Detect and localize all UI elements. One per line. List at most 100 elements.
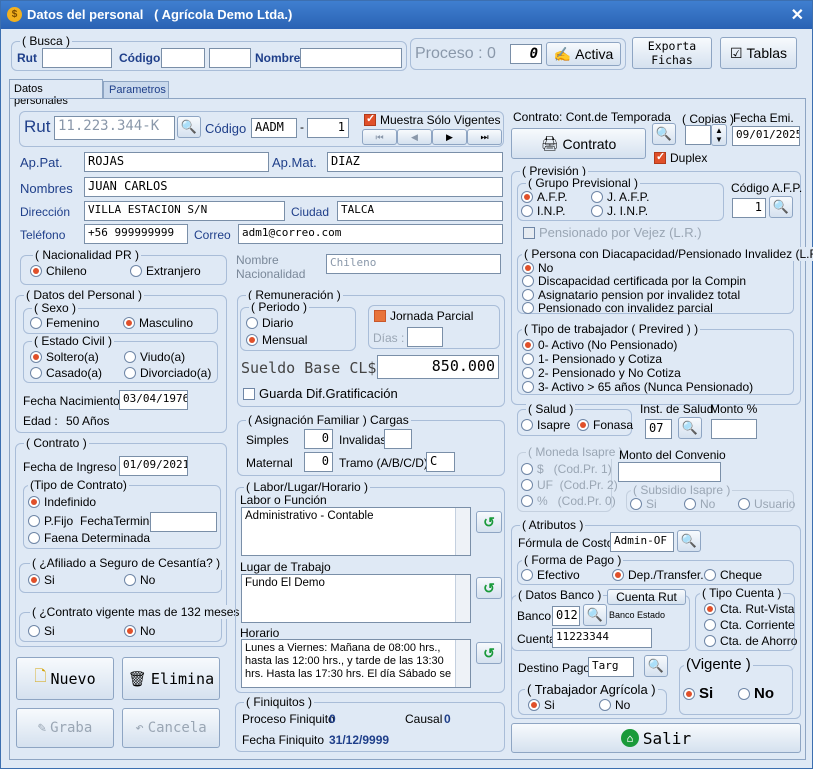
agricola-no-radio[interactable]: No <box>599 698 630 712</box>
apmat-input[interactable]: DIAZ <box>327 152 503 172</box>
first-record-icon[interactable]: ⏮ <box>362 129 397 145</box>
tipo-0-radio[interactable]: 0- Activo (No Pensionado) <box>522 338 677 352</box>
ciudad-input[interactable]: TALCA <box>337 201 503 221</box>
copias-input[interactable] <box>685 125 711 145</box>
fecha-emi-input[interactable]: 09/01/2025 <box>732 126 800 146</box>
tipo-1-radio[interactable]: 1- Pensionado y Cotiza <box>522 352 662 366</box>
fingreso-input[interactable]: 01/09/2021 <box>119 456 188 476</box>
vigente-si-radio[interactable]: Si <box>683 685 713 702</box>
destino-search-icon[interactable]: 🔍 <box>644 655 668 677</box>
tab-datos-personales[interactable]: Datos personales <box>9 79 103 107</box>
tipo-3-radio[interactable]: 3- Activo > 65 años (Nunca Pensionado) <box>522 380 753 394</box>
chileno-radio[interactable]: Chileno <box>30 264 87 278</box>
copias-spinner[interactable]: ▲ ▼ <box>711 124 727 146</box>
tab-parametros[interactable]: Parametros <box>103 81 169 99</box>
fnac-input[interactable]: 03/04/1976 <box>119 390 188 410</box>
prev-record-icon[interactable]: ◀ <box>397 129 432 145</box>
cancela-button[interactable]: ↶ Cancela <box>122 708 220 748</box>
mensual-radio[interactable]: Mensual <box>246 333 307 347</box>
rut-search-icon[interactable]: 🔍 <box>177 116 201 138</box>
efectivo-radio[interactable]: Efectivo <box>521 568 580 582</box>
soltero-radio[interactable]: Soltero(a) <box>30 350 99 364</box>
guarda-checkbox[interactable]: Guarda Dif.Gratificación <box>243 386 398 401</box>
salir-button[interactable]: ⌂ Salir <box>511 723 801 753</box>
discap-2-radio[interactable]: Asignatario pension por invalidez total <box>522 288 740 302</box>
horario-scrollbar[interactable] <box>455 640 470 687</box>
sueldo-input[interactable]: 850.000 <box>377 355 499 379</box>
subsidio-usuario-radio[interactable]: Usuario <box>738 497 795 511</box>
busca-codigo-input-2[interactable] <box>209 48 251 68</box>
tipo-2-radio[interactable]: 2- Pensionado y No Cotiza <box>522 366 681 380</box>
direccion-input[interactable]: VILLA ESTACION S/N <box>84 201 285 221</box>
nombre-nacionalidad-input[interactable]: Chileno <box>326 254 501 274</box>
monto-input[interactable] <box>711 419 757 439</box>
labor-textarea[interactable]: Administrativo - Contable <box>241 507 471 556</box>
horario-refresh-icon[interactable]: ↺ <box>476 642 502 664</box>
codigo-num-input[interactable]: 1 <box>307 118 349 138</box>
vigente132-si-radio[interactable]: Si <box>28 624 55 638</box>
formula-search-icon[interactable]: 🔍 <box>677 530 701 552</box>
afiliado-no-radio[interactable]: No <box>124 573 155 587</box>
destino-input[interactable]: Targ <box>588 657 634 677</box>
next-record-icon[interactable]: ▶ <box>432 129 467 145</box>
isapre-radio[interactable]: Isapre <box>521 418 570 432</box>
telefono-input[interactable]: +56 999999999 <box>84 224 188 244</box>
subsidio-si-radio[interactable]: Si <box>630 497 657 511</box>
contrato-search-icon[interactable]: 🔍 <box>652 123 676 145</box>
horario-textarea[interactable]: Lunes a Viernes: Mañana de 08:00 hrs., h… <box>241 639 471 688</box>
dep-transfer-radio[interactable]: Dep./Transfer. <box>612 568 704 582</box>
inst-salud-input[interactable]: 07 <box>645 419 672 439</box>
cuenta-rut-button[interactable]: Cuenta Rut <box>607 589 686 605</box>
tramo-input[interactable]: C <box>426 452 455 472</box>
fonasa-radio[interactable]: Fonasa <box>577 418 633 432</box>
codigo-afp-input[interactable]: 1 <box>732 198 766 218</box>
exporta-fichas-button[interactable]: Exporta Fichas <box>632 37 712 69</box>
jinp-radio[interactable]: J. I.N.P. <box>591 204 648 218</box>
cta-corriente-radio[interactable]: Cta. Corriente <box>704 618 795 632</box>
pensionado-vejez-checkbox[interactable]: Pensionado por Vejez (L.R.) <box>523 225 702 240</box>
appat-input[interactable]: ROJAS <box>84 152 269 172</box>
correo-input[interactable]: adm1@correo.com <box>238 224 503 244</box>
vigente-no-radio[interactable]: No <box>738 685 774 702</box>
nombres-input[interactable]: JUAN CARLOS <box>84 177 503 197</box>
labor-refresh-icon[interactable]: ↺ <box>476 511 502 533</box>
lugar-refresh-icon[interactable]: ↺ <box>476 577 502 599</box>
formula-input[interactable]: Admin-OF <box>610 532 674 552</box>
last-record-icon[interactable]: ⏭ <box>467 129 502 145</box>
divorciado-radio[interactable]: Divorciado(a) <box>124 366 211 380</box>
lugar-textarea[interactable]: Fundo El Demo <box>241 574 471 623</box>
jornada-parcial-checkbox[interactable]: Jornada Parcial <box>374 309 473 323</box>
vigente132-no-radio[interactable]: No <box>124 624 155 638</box>
faena-radio[interactable]: Faena Determinada <box>28 531 150 545</box>
extranjero-radio[interactable]: Extranjero <box>130 264 201 278</box>
tablas-button[interactable]: ☑ Tablas <box>720 37 797 69</box>
simples-input[interactable]: 0 <box>304 429 333 449</box>
casado-radio[interactable]: Casado(a) <box>30 366 102 380</box>
elimina-button[interactable]: 🗑 Elimina <box>122 657 220 700</box>
activa-button[interactable]: ✍ Activa <box>546 42 621 66</box>
codigo-afp-search-icon[interactable]: 🔍 <box>769 196 793 218</box>
cta-rut-vista-radio[interactable]: Cta. Rut-Vista <box>704 602 794 616</box>
cta-ahorro-radio[interactable]: Cta. de Ahorro <box>704 634 797 648</box>
monto-convenio-input[interactable] <box>618 462 721 482</box>
moneda-pct-radio[interactable]: % (Cod.Pr. 0) <box>521 494 616 508</box>
agricola-si-radio[interactable]: Si <box>528 698 555 712</box>
afiliado-si-radio[interactable]: Si <box>28 573 55 587</box>
invalidas-input[interactable] <box>384 429 412 449</box>
inst-salud-search-icon[interactable]: 🔍 <box>678 417 702 439</box>
duplex-checkbox[interactable]: Duplex <box>654 150 707 165</box>
discap-no-radio[interactable]: No <box>522 261 553 275</box>
indefinido-radio[interactable]: Indefinido <box>28 495 96 509</box>
labor-scrollbar[interactable] <box>455 508 470 555</box>
close-icon[interactable]: ✕ <box>791 5 804 25</box>
pfijo-radio[interactable]: P.Fijo <box>28 514 73 528</box>
lugar-scrollbar[interactable] <box>455 575 470 622</box>
discap-1-radio[interactable]: Discapacidad certificada por la Compin <box>522 274 746 288</box>
busca-codigo-input[interactable] <box>161 48 205 68</box>
discap-3-radio[interactable]: Pensionado con invalidez parcial <box>522 301 713 315</box>
codigo-input[interactable]: AADM <box>251 118 297 138</box>
maternal-input[interactable]: 0 <box>304 452 333 472</box>
femenino-radio[interactable]: Femenino <box>30 316 99 330</box>
banco-input[interactable]: 012 <box>552 606 580 626</box>
ftermino-input[interactable] <box>150 512 217 532</box>
